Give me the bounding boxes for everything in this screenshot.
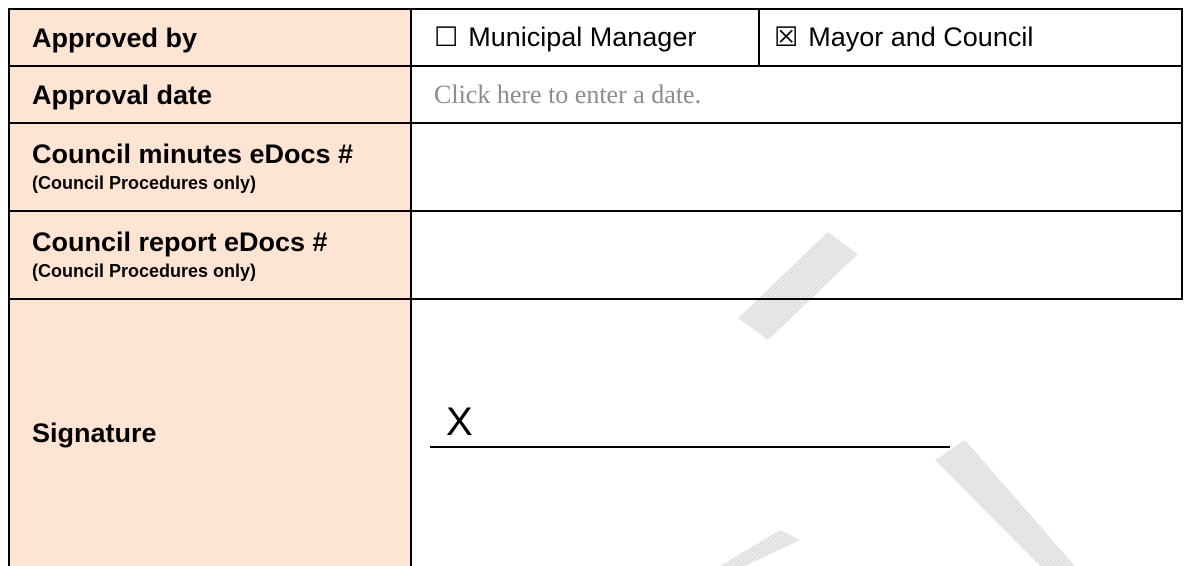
signature-label: Signature: [32, 418, 157, 448]
table-border-left: [8, 8, 10, 566]
table-border-middle: [410, 8, 412, 566]
approval-date-placeholder[interactable]: Click here to enter a date.: [434, 80, 701, 110]
council-report-field[interactable]: [412, 212, 1180, 298]
approval-date-field[interactable]: Click here to enter a date.: [412, 67, 1180, 122]
council-minutes-note: (Council Procedures only): [32, 173, 257, 193]
option-municipal-manager-label: Municipal Manager: [468, 22, 697, 52]
table-border-row1: [8, 65, 1183, 67]
checkbox-unchecked-icon[interactable]: ☐: [434, 22, 458, 53]
approval-form-table: Approved by ☐ Municipal Manager ☒ Mayor …: [0, 0, 1185, 566]
table-border-row4: [8, 298, 1183, 300]
signature-x-mark: X: [446, 400, 473, 444]
approval-date-label: Approval date: [32, 79, 213, 110]
approved-by-label-cell: Approved by: [10, 10, 410, 65]
table-border-option-divider: [758, 8, 760, 67]
council-report-label: Council report eDocs #: [32, 227, 328, 257]
option-mayor-and-council[interactable]: ☒ Mayor and Council: [760, 10, 1180, 65]
checkbox-checked-icon[interactable]: ☒: [774, 22, 798, 53]
council-minutes-label: Council minutes eDocs #: [32, 139, 354, 169]
council-minutes-field[interactable]: [412, 124, 1180, 210]
signature-line: [430, 446, 950, 448]
council-minutes-label-cell: Council minutes eDocs # (Council Procedu…: [10, 124, 410, 210]
table-border-row2: [8, 122, 1183, 124]
approved-by-label: Approved by: [32, 22, 198, 53]
council-report-note: (Council Procedures only): [32, 261, 257, 281]
signature-field[interactable]: [412, 300, 1180, 566]
table-border-top: [8, 8, 1183, 10]
table-border-row3: [8, 210, 1183, 212]
signature-label-cell: Signature: [10, 300, 410, 566]
table-border-right: [1181, 8, 1183, 300]
option-mayor-and-council-label: Mayor and Council: [808, 22, 1034, 52]
approval-date-label-cell: Approval date: [10, 67, 410, 122]
council-report-label-cell: Council report eDocs # (Council Procedur…: [10, 212, 410, 298]
option-municipal-manager[interactable]: ☐ Municipal Manager: [412, 10, 758, 65]
